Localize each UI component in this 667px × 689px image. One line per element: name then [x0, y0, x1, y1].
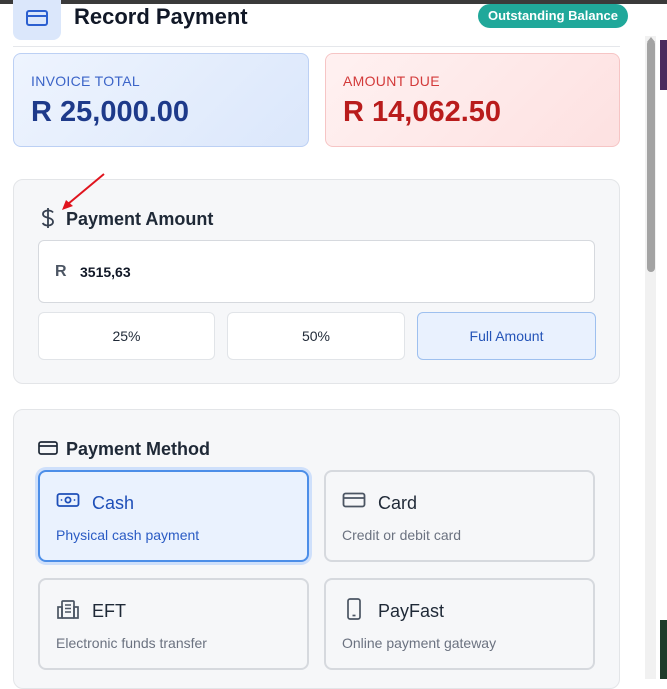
invoice-total-value: R 25,000.00 [31, 96, 190, 128]
payment-amount-value[interactable]: 3515,63 [80, 264, 131, 280]
method-name: Cash [92, 493, 135, 513]
quick-50-percent-button[interactable]: 50% [227, 312, 405, 360]
method-description: Online payment gateway [342, 635, 497, 651]
record-payment-dialog: Record Payment Outstanding Balance INVOI… [0, 0, 667, 689]
payment-amount-input[interactable]: R 3515,63 [38, 240, 595, 303]
invoice-total-label: INVOICE TOTAL [31, 73, 140, 89]
quick-25-percent-button[interactable]: 25% [38, 312, 215, 360]
credit-card-icon [38, 440, 58, 461]
payment-method-title: Payment Method [66, 439, 211, 459]
method-option-payfast[interactable]: PayFast Online payment gateway [324, 578, 595, 670]
invoice-total-card: INVOICE TOTAL R 25,000.00 [13, 53, 309, 147]
full-amount-button[interactable]: Full Amount [417, 312, 596, 360]
method-option-cash[interactable]: Cash Physical cash payment [38, 470, 309, 562]
method-name: PayFast [378, 601, 445, 621]
method-description: Physical cash payment [56, 527, 200, 543]
background-window-edge [660, 40, 667, 90]
amount-due-card: AMOUNT DUE R 14,062.50 [325, 53, 620, 147]
header-card-icon [13, 0, 61, 40]
credit-card-icon [342, 490, 366, 515]
scrollbar-thumb[interactable] [647, 40, 655, 272]
method-description: Credit or debit card [342, 527, 462, 543]
method-option-card[interactable]: Card Credit or debit card [324, 470, 595, 562]
building-icon [56, 598, 80, 625]
method-option-eft[interactable]: EFT Electronic funds transfer [38, 578, 309, 670]
payment-method-panel: Payment Method Cash Physical cash paymen… [13, 409, 620, 689]
status-badge: Outstanding Balance [478, 4, 629, 28]
background-window-edge [660, 620, 667, 679]
page-title: Record Payment [74, 4, 248, 29]
method-description: Electronic funds transfer [56, 635, 207, 651]
amount-due-value: R 14,062.50 [343, 96, 502, 128]
method-name: Card [378, 493, 418, 513]
amount-due-label: AMOUNT DUE [343, 73, 440, 89]
banknote-icon [56, 490, 80, 515]
header-divider [13, 46, 620, 47]
smartphone-icon [342, 598, 366, 625]
annotation-arrow [62, 173, 105, 210]
currency-prefix: R [55, 263, 67, 280]
dollar-icon [40, 207, 56, 234]
method-name: EFT [92, 601, 126, 621]
